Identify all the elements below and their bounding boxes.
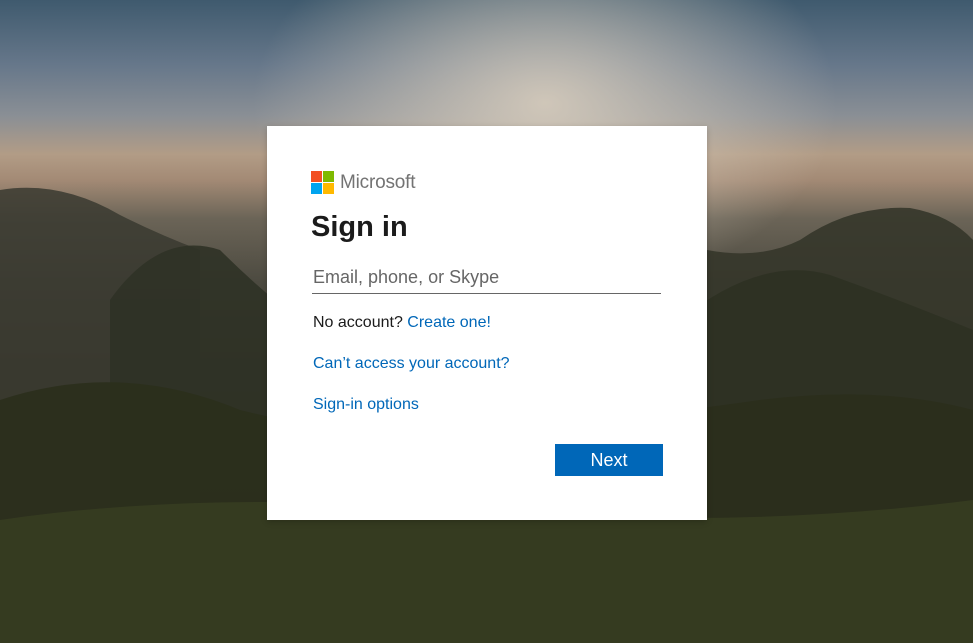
cant-access-row: Can’t access your account? (313, 355, 510, 373)
logo-square-blue (311, 183, 322, 194)
no-account-text: No account? (313, 314, 403, 331)
logo-square-green (323, 171, 334, 182)
create-account-link[interactable]: Create one! (407, 314, 491, 331)
no-account-row: No account? Create one! (313, 314, 491, 332)
cant-access-link[interactable]: Can’t access your account? (313, 355, 510, 372)
email-input[interactable] (312, 262, 661, 294)
next-button[interactable]: Next (555, 444, 663, 476)
logo-square-red (311, 171, 322, 182)
microsoft-logo: Microsoft (311, 171, 415, 194)
sign-in-options-row: Sign-in options (313, 396, 419, 414)
logo-square-yellow (323, 183, 334, 194)
microsoft-logo-icon (311, 171, 334, 194)
sign-in-card: Microsoft Sign in No account? Create one… (267, 126, 707, 520)
brand-name: Microsoft (340, 171, 416, 193)
page-title: Sign in (311, 211, 408, 243)
sign-in-options-link[interactable]: Sign-in options (313, 396, 419, 413)
